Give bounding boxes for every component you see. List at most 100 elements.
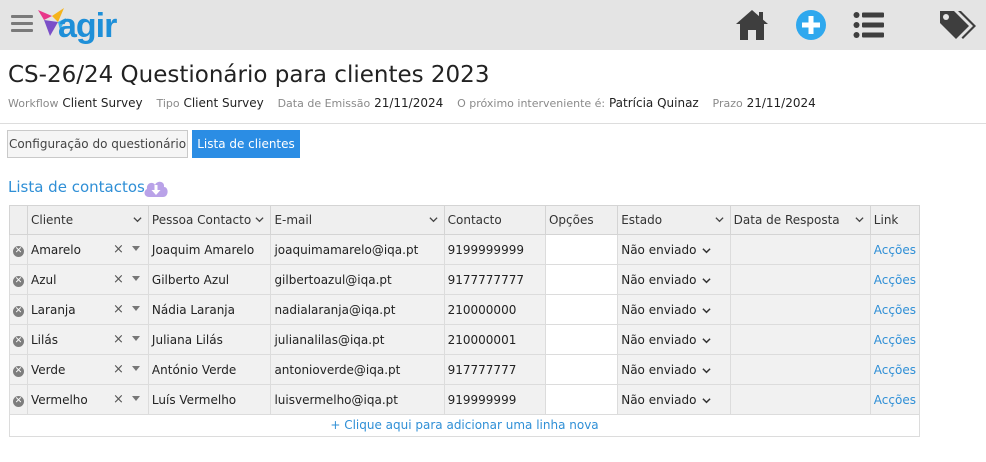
home-icon[interactable] xyxy=(734,8,770,42)
cloud-download-icon[interactable] xyxy=(142,178,170,198)
link-cell[interactable]: Acções xyxy=(869,324,921,355)
data-resposta-cell[interactable] xyxy=(729,354,871,385)
opcoes-cell[interactable] xyxy=(544,384,619,415)
pessoa-cell[interactable]: Luís Vermelho xyxy=(147,384,272,415)
estado-cell[interactable]: Não enviado xyxy=(617,264,731,295)
remove-cell[interactable]: ✕ xyxy=(9,354,28,385)
dropdown-caret-icon[interactable] xyxy=(131,246,140,251)
remove-row-icon[interactable]: ✕ xyxy=(13,396,24,407)
accoes-link[interactable]: Acções xyxy=(874,303,916,317)
cliente-cell[interactable]: Amarelo × xyxy=(27,234,149,265)
chevron-down-icon[interactable] xyxy=(255,215,265,224)
accoes-link[interactable]: Acções xyxy=(874,243,916,257)
dropdown-caret-icon[interactable] xyxy=(131,366,140,371)
pessoa-cell[interactable]: Joaquim Amarelo xyxy=(147,234,272,265)
header-email[interactable]: E-mail xyxy=(270,205,445,235)
remove-row-icon[interactable]: ✕ xyxy=(13,246,24,257)
data-resposta-cell[interactable] xyxy=(729,384,871,415)
cliente-cell[interactable]: Lilás × xyxy=(27,324,149,355)
email-cell[interactable]: gilbertoazul@iqa.pt xyxy=(270,264,445,295)
email-cell[interactable]: nadialaranja@iqa.pt xyxy=(270,294,445,325)
contacto-cell[interactable]: 9177777777 xyxy=(443,264,546,295)
pessoa-cell[interactable]: António Verde xyxy=(147,354,272,385)
accoes-link[interactable]: Acções xyxy=(874,333,916,347)
data-resposta-cell[interactable] xyxy=(729,234,871,265)
clear-icon[interactable]: × xyxy=(113,302,124,317)
estado-cell[interactable]: Não enviado xyxy=(617,234,731,265)
opcoes-cell[interactable] xyxy=(544,264,619,295)
remove-row-icon[interactable]: ✕ xyxy=(13,366,24,377)
email-cell[interactable]: julianalilas@iqa.pt xyxy=(270,324,445,355)
estado-cell[interactable]: Não enviado xyxy=(617,324,731,355)
dropdown-caret-icon[interactable] xyxy=(131,276,140,281)
contacto-cell[interactable]: 917777777 xyxy=(443,354,546,385)
header-cliente[interactable]: Cliente xyxy=(27,205,149,235)
list-icon[interactable] xyxy=(853,11,885,39)
accoes-link[interactable]: Acções xyxy=(874,393,916,407)
dropdown-caret-icon[interactable] xyxy=(131,396,140,401)
header-opcoes[interactable]: Opções xyxy=(544,205,619,235)
opcoes-cell[interactable] xyxy=(544,324,619,355)
chevron-down-icon[interactable] xyxy=(855,215,864,224)
header-contacto[interactable]: Contacto xyxy=(443,205,546,235)
cliente-cell[interactable]: Laranja × xyxy=(27,294,149,325)
link-cell[interactable]: Acções xyxy=(869,234,921,265)
accoes-link[interactable]: Acções xyxy=(874,363,916,377)
plus-circle-icon[interactable] xyxy=(795,9,827,41)
contacto-cell[interactable]: 919999999 xyxy=(443,384,546,415)
chevron-down-icon[interactable] xyxy=(702,396,712,405)
remove-cell[interactable]: ✕ xyxy=(9,234,28,265)
chevron-down-icon[interactable] xyxy=(133,215,142,224)
add-row-link[interactable]: + Clique aqui para adicionar uma linha n… xyxy=(9,415,920,437)
estado-cell[interactable]: Não enviado xyxy=(617,294,731,325)
remove-cell[interactable]: ✕ xyxy=(9,264,28,295)
data-resposta-cell[interactable] xyxy=(729,294,871,325)
data-resposta-cell[interactable] xyxy=(729,264,871,295)
chevron-down-icon[interactable] xyxy=(715,215,724,224)
opcoes-cell[interactable] xyxy=(544,294,619,325)
link-cell[interactable]: Acções xyxy=(869,294,921,325)
contacto-cell[interactable]: 210000001 xyxy=(443,324,546,355)
chevron-down-icon[interactable] xyxy=(702,246,712,255)
pessoa-cell[interactable]: Gilberto Azul xyxy=(147,264,272,295)
data-resposta-cell[interactable] xyxy=(729,324,871,355)
header-link[interactable]: Link xyxy=(869,205,921,235)
header-estado[interactable]: Estado xyxy=(617,205,731,235)
email-cell[interactable]: antonioverde@iqa.pt xyxy=(270,354,445,385)
clear-icon[interactable]: × xyxy=(113,332,124,347)
chevron-down-icon[interactable] xyxy=(702,336,712,345)
hamburger-icon[interactable] xyxy=(11,15,33,33)
pessoa-cell[interactable]: Juliana Lilás xyxy=(147,324,272,355)
pessoa-cell[interactable]: Nádia Laranja xyxy=(147,294,272,325)
header-data-resposta[interactable]: Data de Resposta xyxy=(729,205,871,235)
remove-row-icon[interactable]: ✕ xyxy=(13,336,24,347)
estado-cell[interactable]: Não enviado xyxy=(617,384,731,415)
remove-row-icon[interactable]: ✕ xyxy=(13,276,24,287)
chevron-down-icon[interactable] xyxy=(702,366,712,375)
contacto-cell[interactable]: 9199999999 xyxy=(443,234,546,265)
cliente-cell[interactable]: Vermelho × xyxy=(27,384,149,415)
clear-icon[interactable]: × xyxy=(113,242,124,257)
chevron-down-icon[interactable] xyxy=(702,306,712,315)
remove-row-icon[interactable]: ✕ xyxy=(13,306,24,317)
remove-cell[interactable]: ✕ xyxy=(9,294,28,325)
contacto-cell[interactable]: 210000000 xyxy=(443,294,546,325)
tab-client-list[interactable]: Lista de clientes xyxy=(192,130,300,158)
email-cell[interactable]: joaquimamarelo@iqa.pt xyxy=(270,234,445,265)
opcoes-cell[interactable] xyxy=(544,354,619,385)
dropdown-caret-icon[interactable] xyxy=(131,306,140,311)
clear-icon[interactable]: × xyxy=(113,362,124,377)
link-cell[interactable]: Acções xyxy=(869,354,921,385)
cliente-cell[interactable]: Azul × xyxy=(27,264,149,295)
email-cell[interactable]: luisvermelho@iqa.pt xyxy=(270,384,445,415)
tags-icon[interactable] xyxy=(938,9,976,41)
remove-cell[interactable]: ✕ xyxy=(9,384,28,415)
cliente-cell[interactable]: Verde × xyxy=(27,354,149,385)
link-cell[interactable]: Acções xyxy=(869,384,921,415)
opcoes-cell[interactable] xyxy=(544,234,619,265)
dropdown-caret-icon[interactable] xyxy=(131,336,140,341)
link-cell[interactable]: Acções xyxy=(869,264,921,295)
chevron-down-icon[interactable] xyxy=(702,276,712,285)
header-pessoa-contacto[interactable]: Pessoa Contacto xyxy=(147,205,272,235)
estado-cell[interactable]: Não enviado xyxy=(617,354,731,385)
